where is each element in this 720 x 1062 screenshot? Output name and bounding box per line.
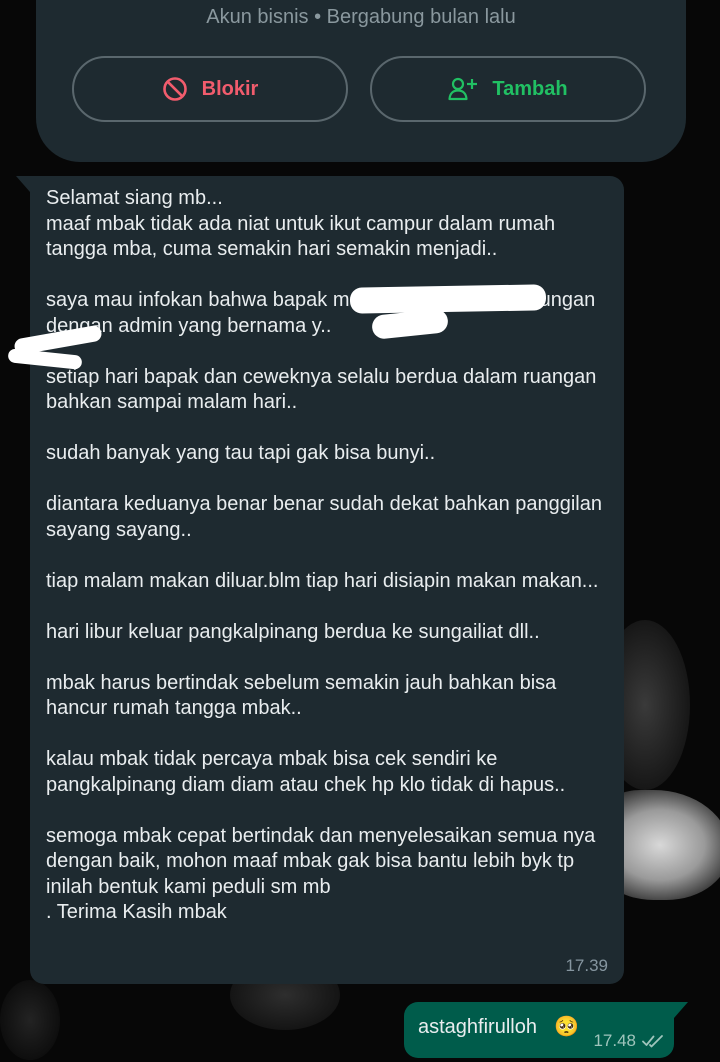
- profile-subtitle: Akun bisnis • Bergabung bulan lalu: [206, 6, 516, 28]
- add-button-label: Tambah: [492, 77, 568, 100]
- message-paragraph: kalau mbak tidak percaya mbak bisa cek s…: [46, 748, 566, 796]
- message-timestamp: 17.39: [565, 956, 608, 975]
- message-paragraph: Selamat siang mb... maaf mbak tidak ada …: [46, 187, 556, 260]
- message-timestamp: 17.48: [593, 1031, 636, 1050]
- message-paragraph: mbak harus bertindak sebelum semakin jau…: [46, 671, 557, 720]
- message-paragraph: diantara keduanya benar benar sudah deka…: [46, 493, 602, 541]
- message-paragraph: semoga mbak cepat bertindak dan menyeles…: [46, 824, 596, 924]
- outgoing-message-text: astaghfirulloh: [418, 1016, 537, 1038]
- message-meta: 17.48: [593, 1031, 664, 1051]
- block-button-label: Blokir: [201, 77, 259, 100]
- message-paragraph: sudah banyak yang tau tapi gak bisa buny…: [46, 442, 436, 464]
- block-icon: [162, 76, 188, 102]
- add-person-icon: [448, 76, 478, 102]
- message-paragraph: setiap hari bapak dan ceweknya selalu be…: [46, 365, 597, 414]
- redaction-mark: [349, 284, 547, 314]
- double-check-icon: [642, 1034, 664, 1048]
- pleading-face-emoji: 🥺: [554, 1016, 579, 1038]
- wallpaper-shape: [0, 980, 60, 1060]
- add-contact-button[interactable]: Tambah: [370, 56, 646, 122]
- outgoing-message-bubble[interactable]: astaghfirulloh 🥺 17.48: [404, 1002, 688, 1058]
- business-profile-card: Akun bisnis • Bergabung bulan lalu Bloki…: [36, 0, 686, 162]
- message-paragraph: hari libur keluar pangkalpinang berdua k…: [46, 620, 540, 643]
- block-button[interactable]: Blokir: [72, 56, 348, 122]
- message-paragraph: tiap malam makan diluar.blm tiap hari di…: [46, 569, 599, 592]
